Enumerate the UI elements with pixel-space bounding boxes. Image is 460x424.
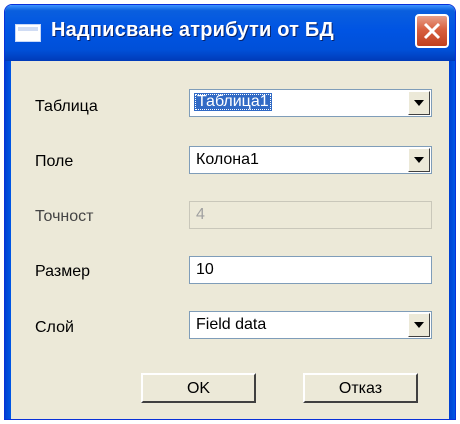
window-border-left (5, 61, 11, 419)
field-label: Поле (35, 153, 74, 170)
dialog-window: Надписване атрибути от БД Таблица Таблиц… (4, 4, 456, 420)
ok-button[interactable]: OK (141, 373, 256, 403)
field-select-value: Колона1 (196, 151, 259, 168)
size-input-value: 10 (196, 261, 214, 278)
layer-select[interactable]: Field data (189, 311, 432, 339)
table-select[interactable]: Таблица1 (189, 89, 432, 117)
precision-input: 4 (189, 201, 432, 229)
table-label: Таблица (35, 98, 98, 115)
size-label: Размер (35, 263, 90, 280)
chevron-down-icon[interactable] (408, 91, 430, 115)
close-button[interactable] (415, 14, 449, 48)
field-select[interactable]: Колона1 (189, 146, 432, 174)
window-border-right (449, 61, 455, 419)
close-icon (423, 22, 441, 40)
table-select-value: Таблица1 (194, 93, 272, 111)
layer-label: Слой (35, 319, 74, 336)
size-input[interactable]: 10 (189, 256, 432, 284)
layer-select-value: Field data (196, 316, 267, 333)
cancel-button[interactable]: Отказ (303, 373, 418, 403)
window-title: Надписване атрибути от БД (51, 19, 334, 41)
chevron-down-icon[interactable] (408, 313, 430, 337)
title-bar: Надписване атрибути от БД (5, 5, 455, 61)
window-icon (15, 24, 41, 42)
precision-input-value: 4 (196, 206, 205, 223)
precision-label: Точност (35, 208, 94, 225)
chevron-down-icon[interactable] (408, 148, 430, 172)
